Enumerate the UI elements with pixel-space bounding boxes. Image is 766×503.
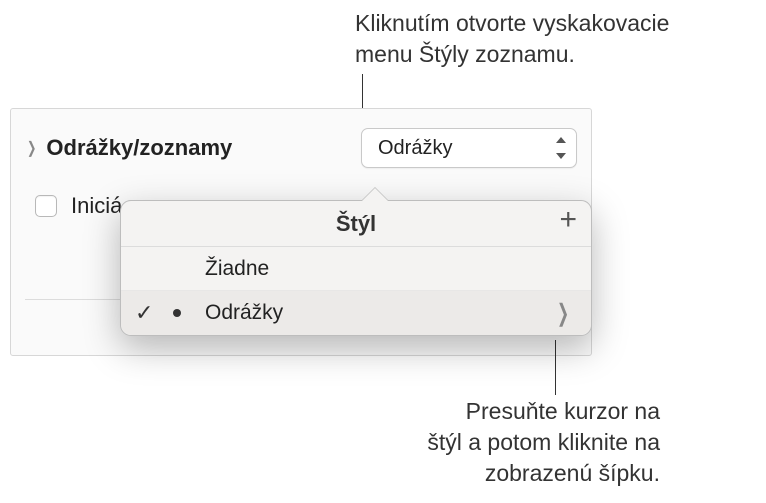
popover-title: Štýl [336,211,376,237]
bullets-lists-row: ❯ Odrážky/zoznamy Odrážky [11,109,591,175]
updown-arrows-icon [554,137,568,159]
checkmark-icon: ✓ [135,300,153,326]
callout-bottom-text: Presuňte kurzor na štýl a potom kliknite… [427,398,660,486]
style-item-none[interactable]: Žiadne [121,247,591,291]
style-item-label: Žiadne [205,257,269,281]
style-item-bullets[interactable]: ✓ Odrážky ❯ [121,291,591,335]
style-popover: Štýl + Žiadne ✓ Odrážky ❯ [120,200,592,336]
callout-top: Kliknutím otvorte vyskakovacie menu Štýl… [355,8,669,70]
chevron-right-icon[interactable]: ❯ [557,299,569,328]
popover-header: Štýl + [121,201,591,247]
dropdown-value: Odrážky [378,137,542,160]
add-style-button[interactable]: + [559,205,577,235]
dropcap-label: Iniciá [71,193,122,219]
popover-caret-icon [361,188,389,202]
section-title: Odrážky/zoznamy [46,135,232,161]
list-style-dropdown[interactable]: Odrážky [361,128,577,168]
callout-bottom: Presuňte kurzor na štýl a potom kliknite… [380,396,660,489]
dropcap-checkbox[interactable] [35,195,57,217]
style-list: Žiadne ✓ Odrážky ❯ [121,247,591,335]
bullet-icon [173,309,181,317]
chevron-right-icon[interactable]: ❯ [27,138,36,158]
leader-line-bottom [555,340,556,395]
style-item-label: Odrážky [205,301,283,325]
callout-top-text: Kliknutím otvorte vyskakovacie menu Štýl… [355,10,669,67]
